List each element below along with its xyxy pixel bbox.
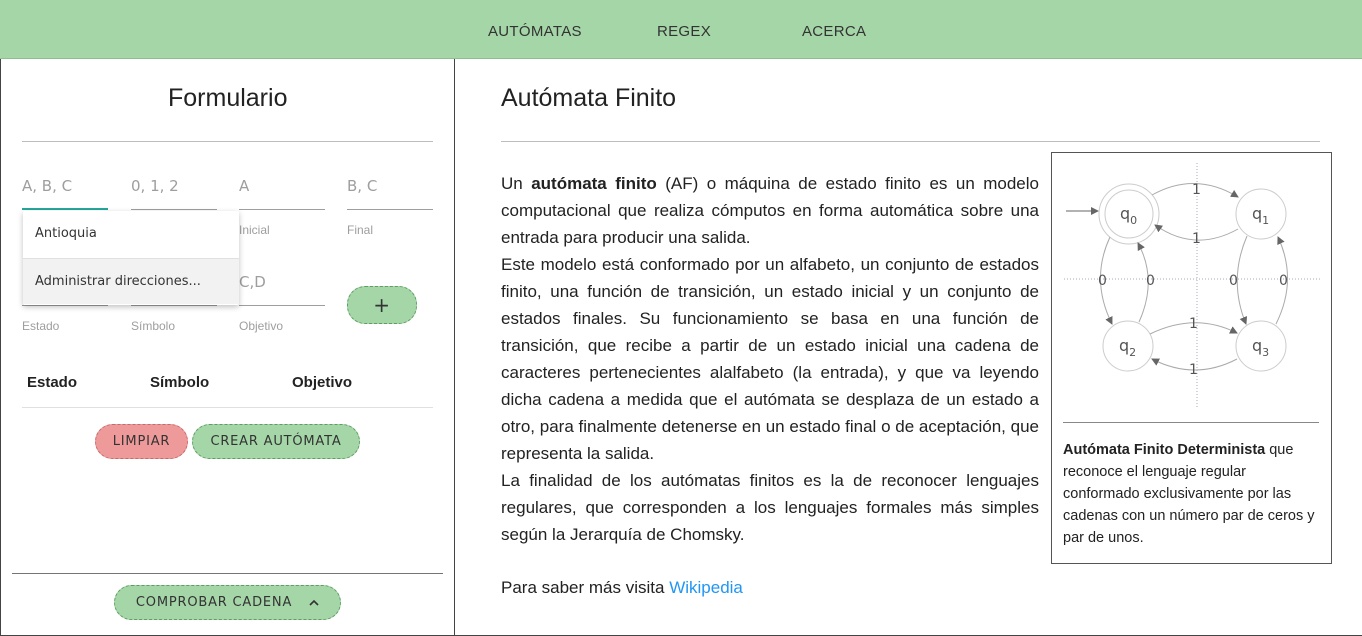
caption-bold: Autómata Finito Determinista (1063, 442, 1266, 458)
symbol-helper: Símbolo (131, 319, 176, 333)
nav-acerca[interactable]: ACERCA (802, 23, 866, 40)
symbols-input[interactable] (131, 177, 217, 195)
svg-text:1: 1 (1189, 316, 1198, 332)
svg-text:q2: q2 (1119, 336, 1136, 359)
initial-state-input[interactable] (239, 177, 325, 195)
transition-target-field[interactable]: Objetivo (239, 273, 325, 333)
alphabet-input[interactable] (22, 177, 108, 195)
article-panel: Autómata Finito Un autómata finito (AF) … (455, 59, 1362, 636)
svg-text:0: 0 (1146, 273, 1155, 289)
initial-state-field[interactable]: Inicial (239, 177, 325, 237)
table-header-target: Objetivo (292, 374, 353, 391)
clear-button[interactable]: LIMPIAR (95, 424, 188, 459)
article-paragraph-2: Este modelo está conformado por un alfab… (501, 255, 1039, 463)
form-divider (22, 141, 433, 142)
form-panel: Formulario Inicial Final Estado Símbolo … (0, 59, 455, 636)
state-helper: Estado (22, 319, 60, 333)
automaton-diagram: q0 q1 q2 q3 1 1 0 0 0 0 1 1 (1064, 163, 1320, 408)
svg-text:q0: q0 (1120, 204, 1137, 227)
more-info-line: Para saber más visita Wikipedia (501, 578, 743, 597)
check-string-label: COMPROBAR CADENA (135, 595, 293, 610)
article-paragraph-1: Un autómata finito (AF) o máquina de est… (501, 174, 1039, 247)
transition-target-input[interactable] (239, 273, 325, 291)
final-helper: Final (347, 223, 374, 237)
nav-automatas[interactable]: AUTÓMATAS (488, 23, 582, 40)
article-divider (501, 141, 1320, 142)
create-automaton-button[interactable]: CREAR AUTÓMATA (192, 424, 360, 459)
svg-text:q3: q3 (1252, 336, 1269, 359)
autocomplete-manage-item[interactable]: Administrar direcciones... (23, 258, 239, 304)
form-title: Formulario (168, 84, 288, 112)
check-string-button[interactable]: COMPROBAR CADENA (114, 585, 341, 620)
final-states-field[interactable]: Final (347, 177, 433, 237)
alphabet-field[interactable] (22, 177, 108, 211)
svg-text:0: 0 (1279, 273, 1288, 289)
svg-text:1: 1 (1192, 182, 1201, 198)
table-divider (22, 407, 433, 408)
svg-text:1: 1 (1189, 362, 1198, 378)
article-title: Autómata Finito (501, 84, 677, 112)
bottom-divider (12, 573, 443, 574)
nav-regex[interactable]: REGEX (657, 23, 711, 40)
initial-helper: Inicial (239, 223, 270, 237)
target-helper: Objetivo (239, 319, 284, 333)
autocomplete-item[interactable]: Antioquia (23, 211, 239, 257)
table-header-state: Estado (27, 374, 78, 391)
bold-term: autómata finito (531, 174, 657, 193)
top-navbar: AUTÓMATAS REGEX ACERCA (0, 0, 1362, 59)
symbols-field[interactable] (131, 177, 217, 211)
final-states-input[interactable] (347, 177, 433, 195)
svg-text:q1: q1 (1252, 204, 1269, 227)
svg-text:0: 0 (1098, 273, 1107, 289)
autocomplete-dropdown: Antioquia Administrar direcciones... (23, 211, 239, 305)
automaton-figure: q0 q1 q2 q3 1 1 0 0 0 0 1 1 Autómata Fin… (1051, 152, 1332, 564)
add-transition-button[interactable]: + (347, 286, 417, 324)
article-paragraph-3: La finalidad de los autómatas finitos es… (501, 471, 1039, 544)
figure-caption: Autómata Finito Determinista que reconoc… (1063, 442, 1315, 546)
caption-divider (1063, 422, 1319, 423)
svg-text:0: 0 (1229, 273, 1238, 289)
table-header-symbol: Símbolo (150, 374, 210, 391)
wikipedia-link[interactable]: Wikipedia (669, 578, 743, 597)
svg-text:1: 1 (1192, 231, 1201, 247)
chevron-up-icon (309, 586, 319, 619)
